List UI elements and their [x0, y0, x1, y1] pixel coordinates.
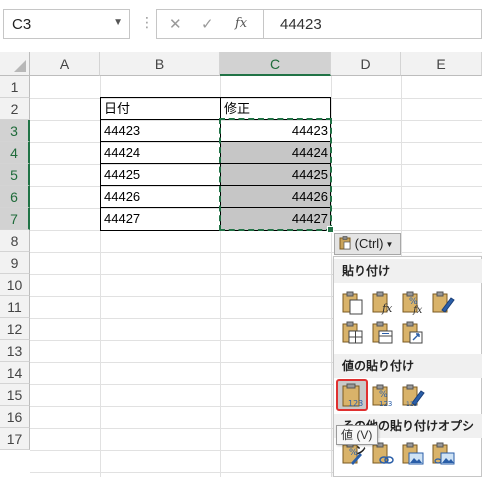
menu-section-paste: 貼り付け — [334, 259, 482, 283]
paste-options-button[interactable]: (Ctrl) ▼ — [334, 233, 401, 255]
paste-icon[interactable] — [340, 290, 366, 316]
paste-keep-source-formatting-icon[interactable] — [430, 290, 456, 316]
paste-keep-column-widths-icon[interactable] — [370, 320, 396, 346]
paste-linked-picture-icon[interactable] — [430, 441, 456, 467]
chevron-down-icon: ▼ — [385, 240, 394, 249]
svg-text:fx: fx — [381, 302, 393, 315]
paste-no-borders-icon[interactable] — [340, 320, 366, 346]
paste-picture-icon[interactable] — [400, 441, 426, 467]
values-badge: 123 — [348, 399, 363, 408]
paste-options-label: (Ctrl) — [354, 236, 384, 251]
paste-formulas-icon[interactable]: fx — [370, 290, 396, 316]
tooltip: 値 (V) — [336, 425, 378, 445]
paste-values-source-formatting-icon[interactable]: 123 — [400, 383, 426, 409]
paste-values-number-format-icon[interactable]: % 123 — [370, 383, 396, 409]
paste-transpose-icon[interactable] — [400, 320, 426, 346]
menu-section-paste-values: 値の貼り付け — [334, 354, 482, 378]
svg-text:123: 123 — [406, 401, 418, 408]
svg-text:fx: fx — [412, 305, 423, 316]
svg-text:%: % — [379, 390, 388, 400]
clipboard-icon — [339, 236, 351, 250]
svg-text:%: % — [349, 448, 358, 458]
paste-values-icon[interactable]: 123 — [336, 379, 368, 411]
paste-formulas-number-format-icon[interactable]: % fx — [400, 290, 426, 316]
fill-handle[interactable] — [327, 226, 334, 233]
svg-text:123: 123 — [379, 400, 392, 408]
